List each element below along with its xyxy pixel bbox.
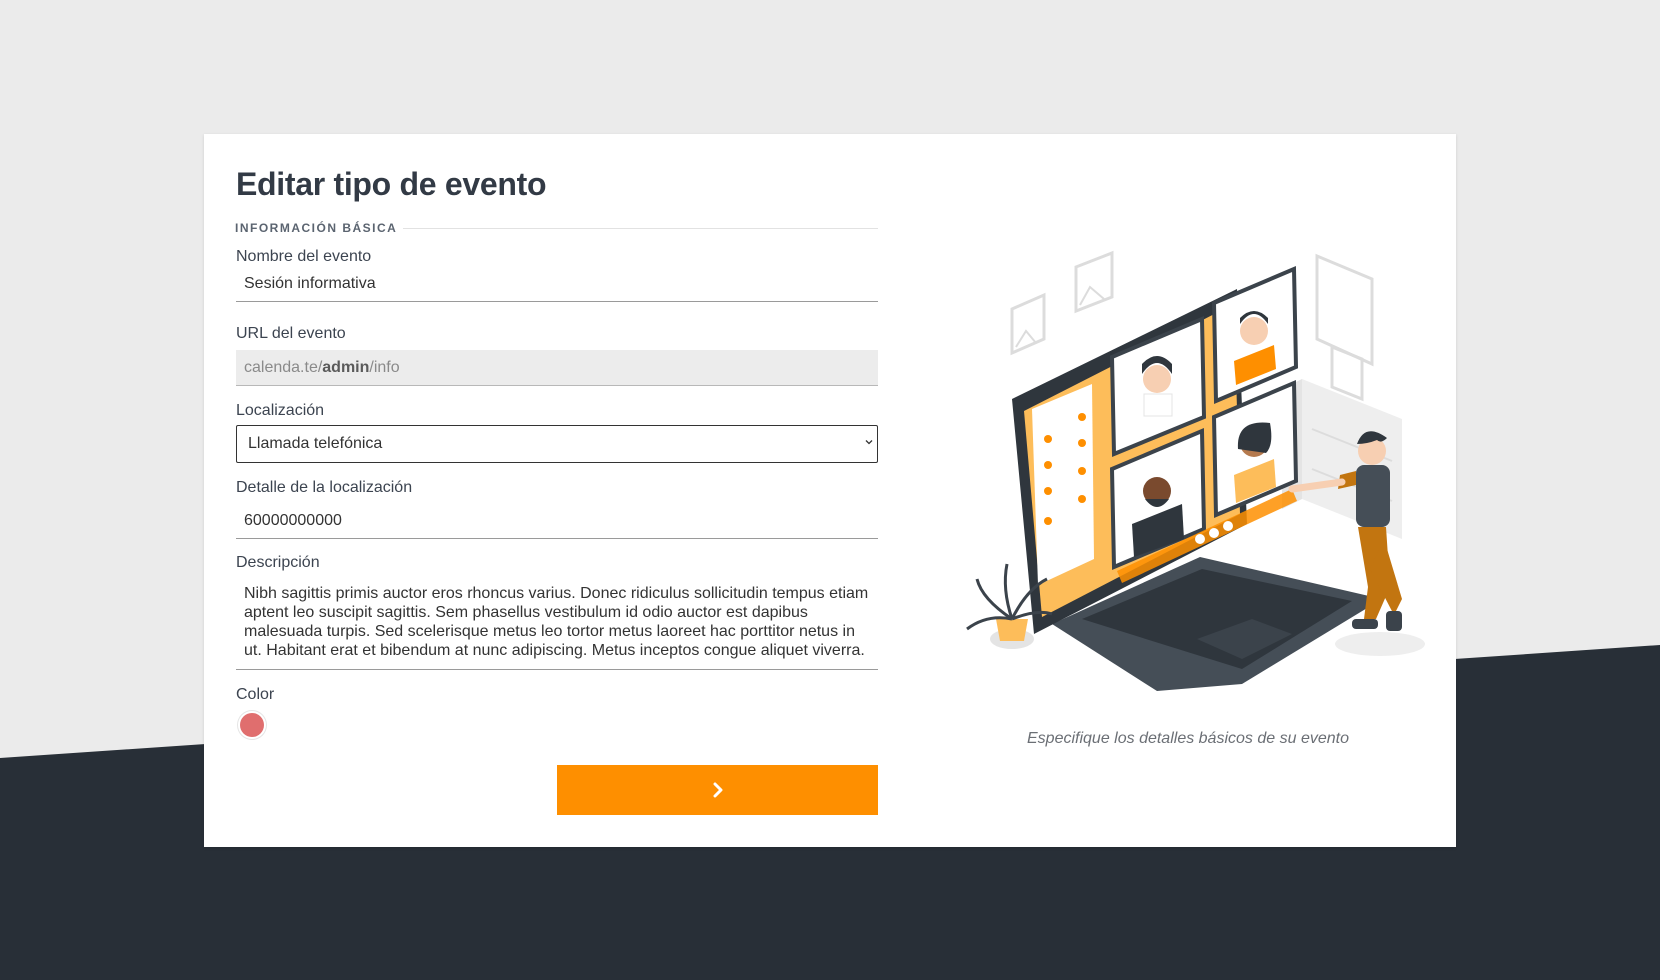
url-prefix: calenda.te/ (244, 359, 323, 376)
event-name-input[interactable]: Sesión informativa (236, 266, 878, 302)
url-user: admin (322, 359, 370, 376)
location-selected-value: Llamada telefónica (248, 435, 383, 452)
url-suffix: /info (369, 359, 400, 376)
location-label: Localización (236, 402, 325, 419)
event-url-label: URL del evento (236, 325, 346, 342)
description-label: Descripción (236, 554, 320, 571)
section-basic-info: INFORMACIÓN BÁSICA (235, 220, 878, 236)
section-divider (403, 227, 878, 229)
next-button[interactable] (557, 765, 878, 815)
color-label: Color (236, 686, 275, 703)
event-url-input: calenda.te/admin/info (236, 350, 878, 386)
page-title: Editar tipo de evento (236, 166, 547, 202)
description-textarea[interactable]: Nibh sagittis primis auctor eros rhoncus… (236, 576, 878, 670)
event-name-label: Nombre del evento (236, 248, 372, 265)
event-type-card: Editar tipo de evento INFORMACIÓN BÁSICA… (204, 134, 1456, 847)
location-select[interactable]: Llamada telefónica (236, 425, 878, 463)
chevron-right-icon (713, 782, 722, 798)
video-call-illustration (966, 250, 1425, 691)
location-detail-label: Detalle de la localización (236, 479, 413, 496)
illustration-caption: Especifique los detalles básicos de su e… (1027, 730, 1349, 747)
color-swatch[interactable] (240, 713, 264, 737)
location-detail-input[interactable]: 60000000000 (236, 503, 878, 539)
chevron-down-icon (865, 440, 873, 445)
section-label: INFORMACIÓN BÁSICA (235, 221, 398, 235)
